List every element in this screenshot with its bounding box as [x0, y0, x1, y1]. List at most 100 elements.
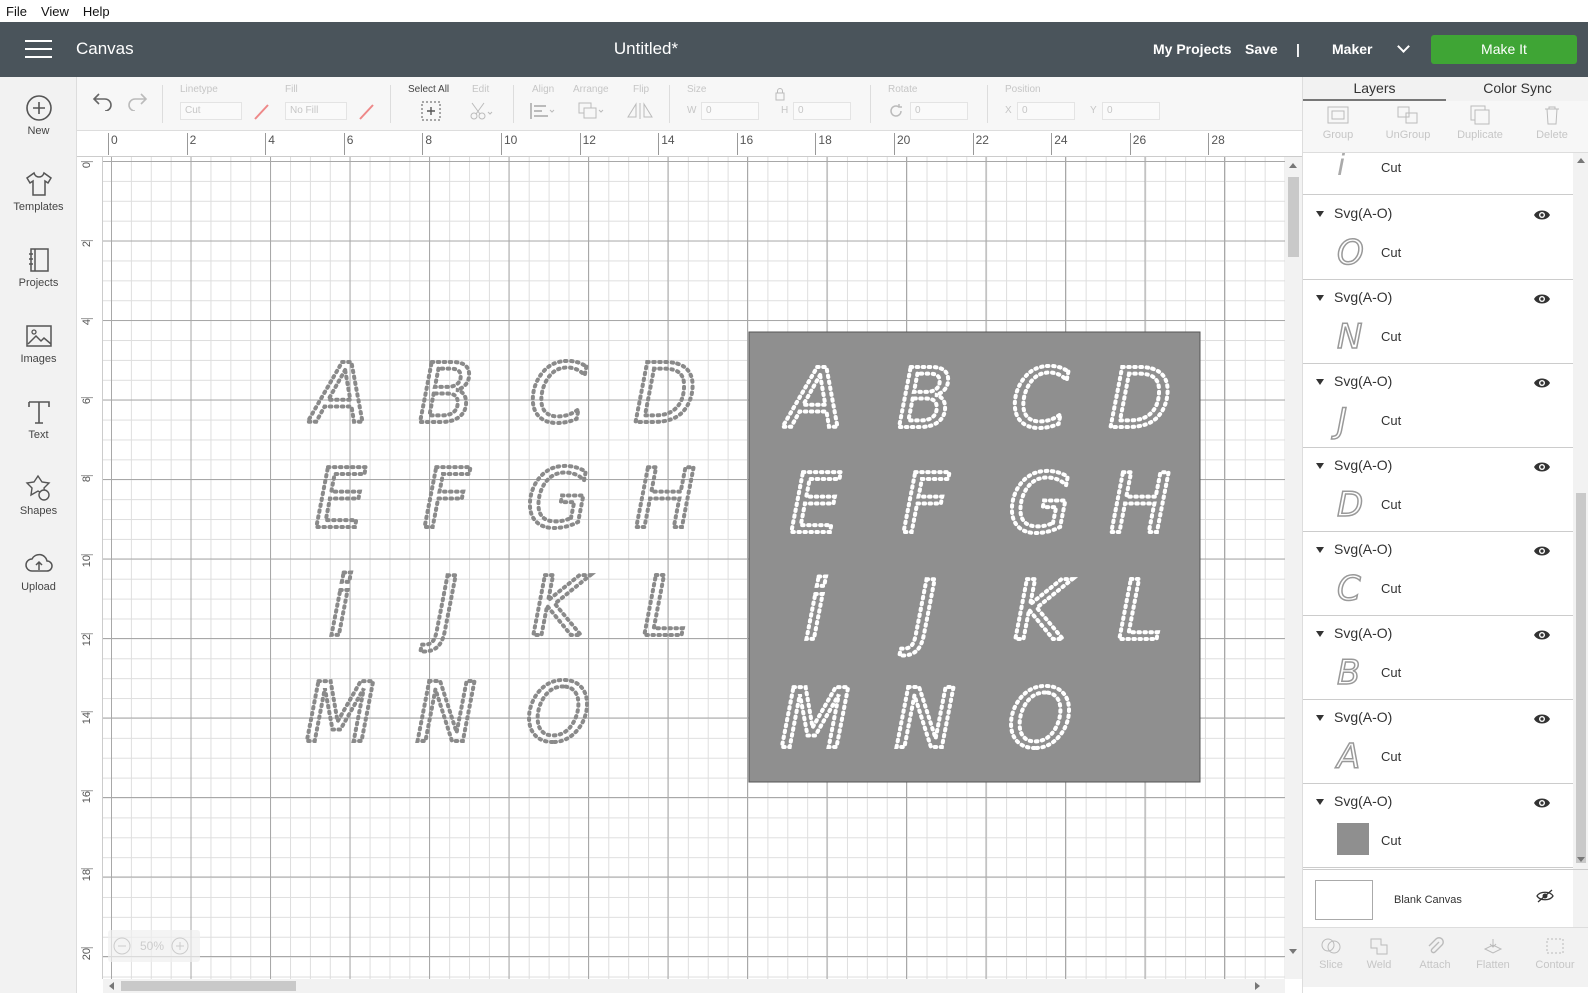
scroll-down-icon[interactable]	[1289, 949, 1297, 954]
blank-canvas-layer[interactable]: Blank Canvas	[1303, 869, 1588, 927]
rhinestone-letter[interactable]: N	[892, 670, 957, 769]
align-icon[interactable]	[529, 101, 557, 121]
flip-icon[interactable]	[625, 101, 657, 121]
linetype-select[interactable]: Cut	[180, 102, 242, 120]
rhinestone-letter[interactable]: O	[524, 664, 593, 763]
blank-canvas-swatch[interactable]	[1315, 880, 1373, 920]
rhinestone-letter[interactable]: F	[420, 450, 473, 549]
layers-scroll-thumb[interactable]	[1576, 493, 1586, 863]
arrange-icon[interactable]	[577, 101, 607, 121]
rhinestone-letter[interactable]: N	[413, 664, 478, 763]
layer-item[interactable]: Svg(A-O) O Cut	[1303, 195, 1573, 280]
eye-icon[interactable]	[1533, 628, 1551, 642]
make-it-button[interactable]: Make It	[1431, 35, 1577, 64]
eye-icon[interactable]	[1533, 460, 1551, 474]
fill-select[interactable]: No Fill	[285, 102, 347, 120]
sidebar-item-images[interactable]: Images	[0, 315, 77, 391]
rhinestone-letter[interactable]: D	[1106, 350, 1173, 449]
flatten-button[interactable]: Flatten	[1465, 936, 1521, 971]
collapse-caret-icon[interactable]	[1316, 547, 1324, 553]
rhinestone-letter[interactable]: B	[416, 345, 476, 444]
rhinestone-letter[interactable]: M	[778, 670, 853, 769]
zoom-in-icon[interactable]	[170, 936, 190, 956]
layer-item[interactable]: Svg(A-O) B Cut	[1303, 615, 1573, 700]
layer-item[interactable]: Svg(A-O) A Cut	[1303, 699, 1573, 784]
rhinestone-letter[interactable]: H	[1107, 455, 1173, 554]
menu-file[interactable]: File	[0, 4, 35, 19]
sidebar-item-projects[interactable]: Projects	[0, 239, 77, 315]
rhinestone-letter[interactable]: D	[631, 345, 698, 444]
scroll-up-icon[interactable]	[1577, 158, 1585, 163]
machine-select[interactable]: Maker	[1332, 41, 1372, 57]
undo-icon[interactable]	[91, 91, 115, 111]
rhinestone-letter[interactable]: M	[303, 664, 378, 763]
lock-icon[interactable]	[774, 87, 786, 101]
rhinestone-letter[interactable]: E	[787, 455, 843, 554]
rotate-input[interactable]: 0	[910, 102, 968, 120]
y-position-input[interactable]: 0	[1102, 102, 1160, 120]
attach-button[interactable]: Attach	[1407, 936, 1463, 971]
eye-icon[interactable]	[1533, 544, 1551, 558]
eye-icon[interactable]	[1533, 292, 1551, 306]
sidebar-item-text[interactable]: Text	[0, 391, 77, 467]
rhinestone-letter[interactable]: H	[632, 450, 698, 549]
horizontal-scroll-thumb[interactable]	[121, 981, 296, 991]
scroll-down-icon[interactable]	[1577, 857, 1585, 862]
layer-item[interactable]: Svg(A-O) N Cut	[1303, 279, 1573, 364]
chevron-down-icon[interactable]	[1397, 40, 1410, 53]
rhinestone-letter[interactable]: F	[899, 455, 952, 554]
scroll-up-icon[interactable]	[1289, 163, 1297, 168]
my-projects-link[interactable]: My Projects	[1153, 41, 1232, 57]
redo-icon[interactable]	[125, 91, 149, 111]
sidebar-item-shapes[interactable]: Shapes	[0, 467, 77, 543]
rhinestone-letter[interactable]: G	[1006, 455, 1074, 554]
canvas-vertical-scrollbar[interactable]	[1285, 157, 1302, 979]
layer-item[interactable]: Svg(A-O) J Cut	[1303, 363, 1573, 448]
eye-icon[interactable]	[1533, 208, 1551, 222]
rhinestone-letter[interactable]: C	[527, 345, 588, 444]
collapse-caret-icon[interactable]	[1316, 715, 1324, 721]
rhinestone-letter[interactable]: i	[327, 558, 354, 657]
rhinestone-letter[interactable]: K	[529, 558, 593, 657]
rhinestone-letter[interactable]: L	[1115, 562, 1165, 661]
collapse-caret-icon[interactable]	[1316, 799, 1324, 805]
sidebar-item-templates[interactable]: Templates	[0, 163, 77, 239]
eye-icon[interactable]	[1533, 712, 1551, 726]
collapse-caret-icon[interactable]	[1316, 463, 1324, 469]
menu-help[interactable]: Help	[77, 4, 118, 19]
zoom-out-icon[interactable]	[112, 936, 132, 956]
rhinestone-letter[interactable]: K	[1011, 562, 1075, 661]
eye-hidden-icon[interactable]	[1535, 888, 1555, 904]
x-position-input[interactable]: 0	[1017, 102, 1075, 120]
canvas-horizontal-scrollbar[interactable]	[103, 979, 1285, 993]
width-input[interactable]: 0	[701, 102, 759, 120]
collapse-caret-icon[interactable]	[1316, 211, 1324, 217]
select-all-icon[interactable]	[420, 100, 442, 122]
rhinestone-letter[interactable]: E	[312, 450, 368, 549]
sidebar-item-upload[interactable]: Upload	[0, 543, 77, 619]
rhinestone-letter[interactable]: J	[418, 558, 460, 657]
duplicate-button[interactable]: Duplicate	[1445, 104, 1515, 141]
tab-color-sync[interactable]: Color Sync	[1446, 80, 1588, 96]
vertical-scroll-thumb[interactable]	[1288, 177, 1299, 257]
sidebar-item-new[interactable]: New	[0, 87, 77, 163]
fill-color-swatch-icon[interactable]	[356, 102, 376, 122]
menu-view[interactable]: View	[35, 4, 77, 19]
layers-scrollbar[interactable]	[1573, 153, 1588, 949]
height-input[interactable]: 0	[793, 102, 851, 120]
weld-button[interactable]: Weld	[1351, 936, 1407, 971]
linetype-color-swatch-icon[interactable]	[251, 102, 271, 122]
rhinestone-letter[interactable]: A	[780, 350, 845, 449]
rhinestone-letter[interactable]: i	[802, 562, 829, 661]
layer-item[interactable]: Svg(A-O) C Cut	[1303, 531, 1573, 616]
collapse-caret-icon[interactable]	[1316, 631, 1324, 637]
tab-layers[interactable]: Layers	[1303, 80, 1446, 101]
group-button[interactable]: Group	[1303, 104, 1373, 141]
save-button[interactable]: Save	[1245, 41, 1278, 57]
delete-button[interactable]: Delete	[1517, 104, 1587, 141]
design-canvas[interactable]: ABCDEFGHiJKLMNOABCDEFGHiJKLMNO	[103, 157, 1285, 979]
rhinestone-letter[interactable]: G	[524, 450, 592, 549]
scissors-icon[interactable]	[468, 100, 494, 122]
rhinestone-letter[interactable]: O	[1006, 670, 1075, 769]
rhinestone-letter[interactable]: A	[305, 345, 370, 444]
